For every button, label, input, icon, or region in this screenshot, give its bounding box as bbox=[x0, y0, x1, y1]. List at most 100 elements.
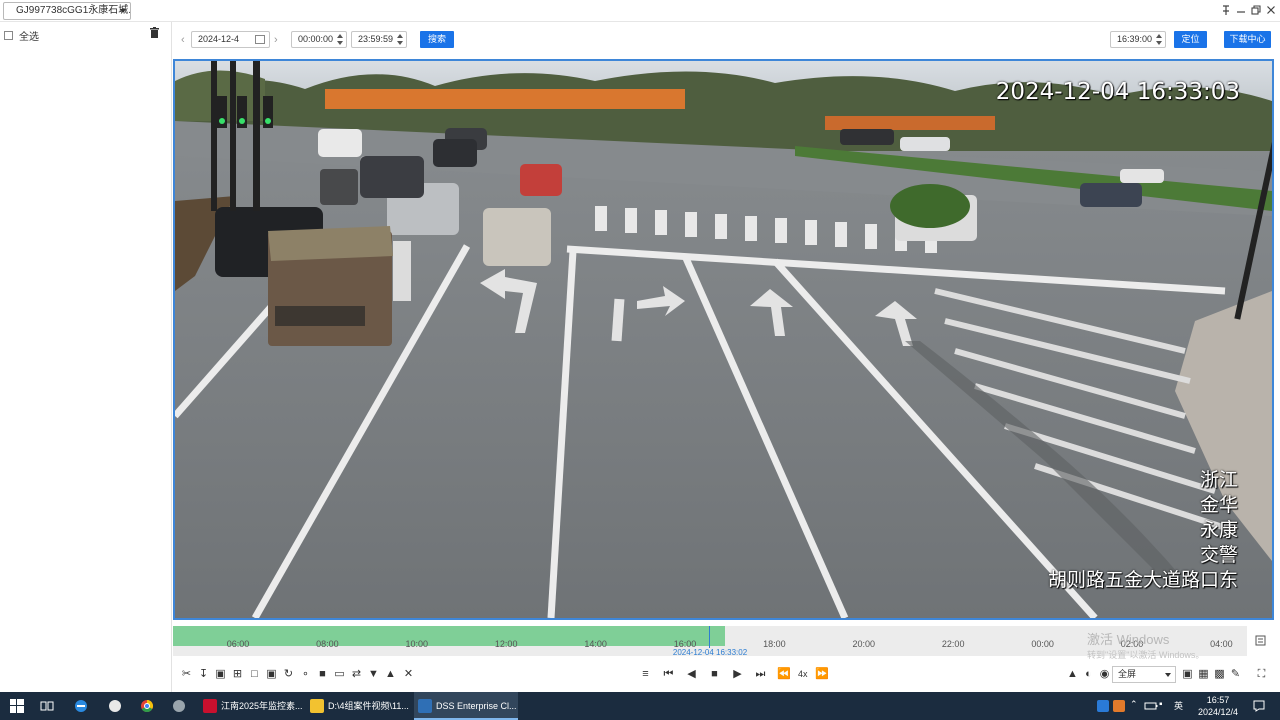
notification-icon[interactable] bbox=[1252, 699, 1266, 713]
timeline-tick-label: 06:00 bbox=[226, 639, 250, 649]
audio-icon[interactable]: ▲ bbox=[1066, 668, 1079, 681]
pin-icon[interactable] bbox=[1219, 3, 1233, 17]
speed-up-icon[interactable]: ⏩ bbox=[815, 668, 829, 681]
chevron-down-icon bbox=[1165, 673, 1171, 677]
network-icon[interactable]: ▪ bbox=[1159, 699, 1163, 710]
chrome-icon[interactable] bbox=[140, 699, 154, 713]
display-mode-select[interactable]: 全屏 bbox=[1112, 666, 1176, 683]
playback-speed: 4x bbox=[798, 669, 808, 679]
app-icon[interactable] bbox=[172, 699, 186, 713]
locate-time-field[interactable]: 16:39:00 bbox=[1110, 31, 1166, 48]
timeline-tick-label: 00:00 bbox=[1031, 639, 1054, 649]
close-icon[interactable] bbox=[1264, 3, 1278, 17]
search-button[interactable]: 搜索 bbox=[420, 31, 454, 48]
edit-layout-icon[interactable]: ✎ bbox=[1229, 668, 1242, 681]
start-time-field[interactable]: 00:00:00 bbox=[291, 31, 347, 48]
folder-icon bbox=[310, 699, 324, 713]
stop-icon[interactable]: ■ bbox=[708, 668, 721, 681]
minimize-icon[interactable] bbox=[1234, 3, 1248, 17]
end-time-spinner-icon[interactable] bbox=[397, 34, 403, 45]
dropdown-triangle-icon[interactable]: ▼ bbox=[367, 668, 380, 681]
scissors-icon[interactable]: ✂ bbox=[180, 668, 193, 681]
recorded-segment[interactable] bbox=[173, 626, 726, 646]
calendar-icon[interactable] bbox=[255, 35, 265, 44]
end-time-field[interactable]: 23:59:59 bbox=[351, 31, 407, 48]
crop-icon[interactable]: ⊞ bbox=[231, 668, 244, 681]
windows-start-icon[interactable] bbox=[10, 699, 24, 713]
play-icon[interactable]: ▶ bbox=[731, 668, 744, 681]
battery-icon[interactable] bbox=[1144, 699, 1158, 713]
select-all[interactable]: 全选 bbox=[4, 28, 39, 43]
search-toolbar: ‹ 2024-12-4 › 00:00:00 23:59:59 搜索 16:39… bbox=[172, 24, 1280, 56]
timeline-tick-label: 08:00 bbox=[316, 639, 339, 649]
download-center-button[interactable]: 下载中心 bbox=[1224, 31, 1271, 48]
activation-watermark-hint: 转到"设置"以激活 Windows。 bbox=[1087, 650, 1205, 660]
channel-list-panel: 全选 bbox=[0, 22, 172, 692]
snapshot-icon[interactable]: ▣ bbox=[265, 668, 278, 681]
clock-date: 2024/12/4 bbox=[1197, 707, 1239, 717]
skip-end-icon[interactable]: ⏭ bbox=[754, 668, 767, 681]
osd-location-line: 浙江 bbox=[1199, 469, 1238, 491]
sync-icon[interactable]: ⇄ bbox=[350, 668, 363, 681]
select-all-label: 全选 bbox=[19, 32, 39, 43]
timeline-tick-label: 12:00 bbox=[494, 639, 518, 649]
layout-4-icon[interactable]: ▦ bbox=[1197, 668, 1210, 681]
end-time-value: 23:59:59 bbox=[358, 34, 394, 44]
locate-button[interactable]: 定位 bbox=[1174, 31, 1207, 48]
timeline-calendar-icon[interactable] bbox=[1255, 635, 1266, 646]
dss-client-window: GJ997738cGG1永康石城... 全选 ‹ 2024-12-4 › 00:… bbox=[0, 0, 1280, 692]
step-back-icon[interactable]: ◀ bbox=[685, 668, 698, 681]
record-camera-icon[interactable]: ▣ bbox=[214, 668, 227, 681]
refresh-icon[interactable]: ↻ bbox=[282, 668, 295, 681]
playlist-icon[interactable]: ≡ bbox=[639, 668, 652, 681]
skip-start-icon[interactable]: ⏮ bbox=[662, 668, 675, 681]
app-icon[interactable] bbox=[108, 699, 122, 713]
video-playback-view[interactable]: 2024-12-04 16:33:03 浙江 金华 永康 交警 胡则路五金大道路… bbox=[173, 59, 1274, 620]
layout-9-icon[interactable]: ▩ bbox=[1213, 668, 1226, 681]
timeline-tick-label: 14:00 bbox=[584, 639, 607, 649]
tray-app-icon[interactable] bbox=[1112, 699, 1126, 713]
playback-timeline[interactable]: 2024-12-04 16:33:02 06:00 08:00 10:00 12:00… bbox=[173, 626, 1247, 657]
date-field[interactable]: 2024-12-4 bbox=[191, 31, 270, 48]
layout-1-icon[interactable]: ▣ bbox=[1181, 668, 1194, 681]
restore-icon[interactable] bbox=[1249, 3, 1263, 17]
wps-icon bbox=[203, 699, 217, 713]
camera-icon[interactable]: ■ bbox=[316, 668, 329, 681]
prev-day-arrow-icon[interactable]: ‹ bbox=[181, 34, 185, 46]
task-view-icon[interactable] bbox=[40, 699, 54, 713]
locate-time-spinner-icon[interactable] bbox=[1156, 34, 1162, 45]
next-day-arrow-icon[interactable]: › bbox=[274, 34, 278, 46]
device-select-value: GJ997738cGG1永康石城... bbox=[16, 5, 131, 16]
fullscreen-icon[interactable]: ⛶ bbox=[1255, 668, 1268, 681]
lock-icon[interactable]: □ bbox=[248, 668, 261, 681]
slow-down-icon[interactable]: ⏪ bbox=[777, 668, 791, 681]
osd-timestamp: 2024-12-04 16:33:03 bbox=[995, 79, 1240, 105]
playback-control-bar: ✂ ↧ ▣ ⊞ □ ▣ ↻ ∘ ■ ▭ ⇄ ▼ ▲ ✕ ≡ ⏮ ◀ ■ ▶ ⏭ … bbox=[173, 662, 1280, 688]
taskbar-app-label: D:\4组案件视频\11... bbox=[328, 701, 409, 711]
ime-indicator[interactable]: 英 bbox=[1174, 699, 1183, 712]
ptz-icon[interactable]: ◉ bbox=[1098, 668, 1111, 681]
select-all-checkbox[interactable] bbox=[4, 31, 13, 40]
taskbar-app-explorer[interactable]: D:\4组案件视频\11... bbox=[306, 692, 410, 720]
timeline-tick-label: 04:00 bbox=[1210, 639, 1233, 649]
taskbar-app-wps[interactable]: 江南2025年监控素... bbox=[199, 692, 302, 720]
tray-chevron-icon[interactable]: ⌃ bbox=[1130, 699, 1138, 710]
start-time-spinner-icon[interactable] bbox=[337, 34, 343, 45]
tray-app-icon[interactable] bbox=[1096, 699, 1110, 713]
close-icon[interactable]: ✕ bbox=[402, 668, 415, 681]
trash-icon[interactable] bbox=[150, 27, 159, 38]
taskbar-app-dss[interactable]: DSS Enterprise Cl... bbox=[414, 692, 518, 720]
ie-browser-icon[interactable] bbox=[74, 699, 88, 713]
padlock-icon[interactable]: ▲ bbox=[384, 668, 397, 681]
talk-icon[interactable]: ◐ bbox=[1082, 668, 1095, 681]
timeline-tick-label: 22:00 bbox=[941, 639, 965, 649]
start-time-value: 00:00:00 bbox=[298, 34, 334, 44]
osd-location-line: 交警 bbox=[1199, 544, 1238, 566]
download-icon[interactable]: ↧ bbox=[197, 668, 210, 681]
dss-app-icon bbox=[418, 699, 432, 713]
timeline-cursor[interactable] bbox=[709, 626, 711, 648]
taskbar-clock[interactable]: 16:57 2024/12/4 bbox=[1196, 694, 1240, 718]
share-icon[interactable]: ∘ bbox=[299, 668, 312, 681]
monitor-icon[interactable]: ▭ bbox=[333, 668, 346, 681]
device-select[interactable]: GJ997738cGG1永康石城... bbox=[3, 2, 131, 20]
